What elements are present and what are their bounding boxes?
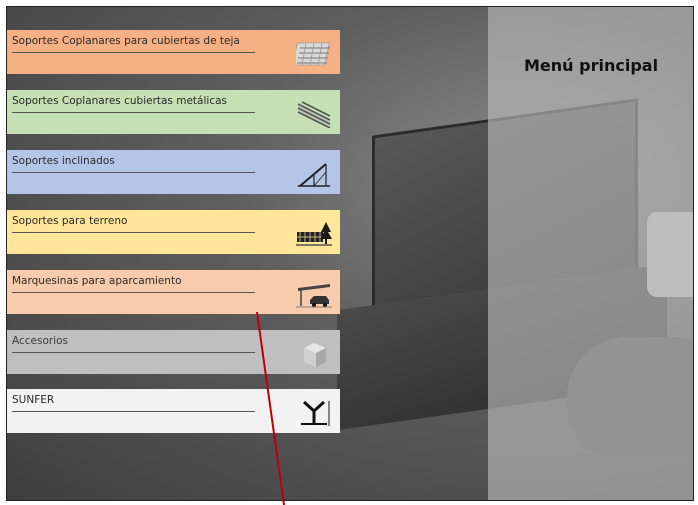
carport-icon	[296, 284, 332, 308]
underline	[12, 352, 255, 353]
page-title: Menú principal	[524, 56, 659, 75]
menu-item-label: Marquesinas para aparcamiento	[12, 275, 182, 287]
metal-roof-icon	[297, 101, 331, 128]
accessories-box-icon	[304, 343, 326, 367]
menu-item-tile-roof[interactable]: Soportes Coplanares para cubiertas de te…	[7, 30, 340, 74]
menu-item-label: Soportes inclinados	[12, 155, 115, 167]
title-panel	[488, 7, 693, 500]
menu-item-inclined[interactable]: Soportes inclinados	[7, 150, 340, 194]
menu-item-label: Soportes Coplanares cubiertas metálicas	[12, 95, 227, 107]
menu-item-accessories[interactable]: Accesorios	[7, 330, 340, 374]
underline	[12, 112, 255, 113]
menu-item-label: Soportes para terreno	[12, 215, 128, 227]
roof-tile-icon	[296, 42, 330, 66]
menu-item-label: Accesorios	[12, 335, 69, 347]
underline	[12, 232, 255, 233]
underline	[12, 292, 255, 293]
menu-item-ground[interactable]: Soportes para terreno	[7, 210, 340, 254]
menu-item-metal-roof[interactable]: Soportes Coplanares cubiertas metálicas	[7, 90, 340, 134]
menu-item-label: SUNFER	[12, 394, 55, 406]
ground-support-icon	[296, 222, 332, 246]
underline	[12, 52, 255, 53]
app-window: Menú principal Soportes Coplanares para …	[6, 6, 694, 501]
menu-item-label: Soportes Coplanares para cubiertas de te…	[12, 35, 240, 47]
underline	[12, 172, 255, 173]
underline	[12, 411, 255, 412]
menu-item-sunfer[interactable]: SUNFER	[7, 389, 340, 433]
inclined-support-icon	[298, 163, 330, 187]
menu-item-carport[interactable]: Marquesinas para aparcamiento	[7, 270, 340, 314]
sunfer-logo-icon	[301, 400, 330, 426]
